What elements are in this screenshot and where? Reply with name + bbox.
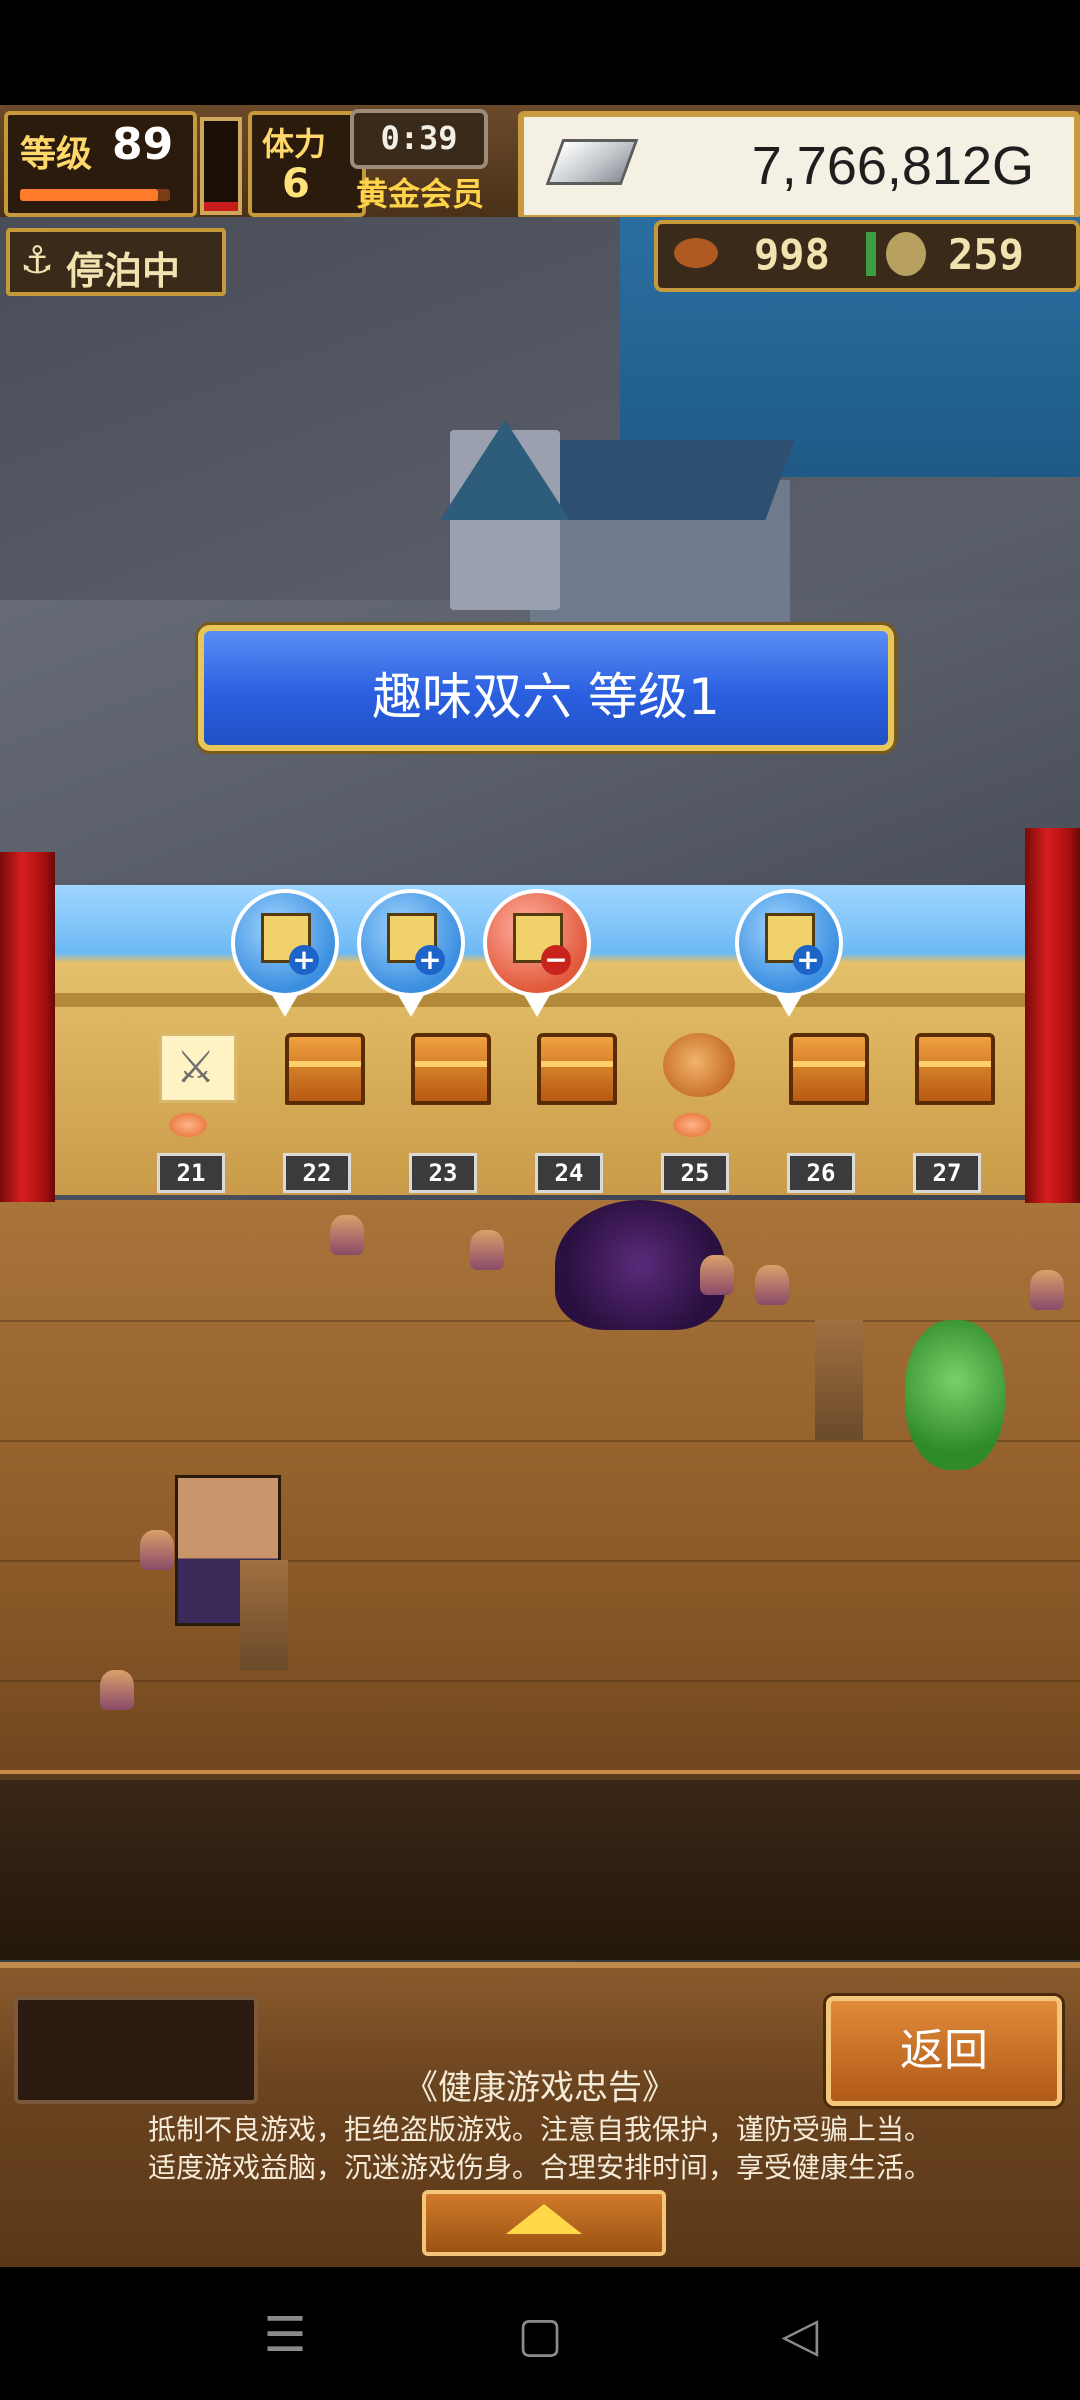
level-label: 等级: [20, 134, 93, 175]
chest-icon: [285, 1033, 365, 1105]
crew-member[interactable]: [330, 1215, 364, 1255]
minus-badge-icon: −: [541, 945, 571, 975]
menu-icon[interactable]: ☰: [255, 2305, 315, 2365]
anchored-label: 停泊中: [66, 249, 181, 293]
space-number: 26: [787, 1153, 855, 1193]
event-title: 趣味双六 等级1: [372, 668, 720, 726]
stamina-label: 体力: [262, 125, 327, 163]
tower-roof: [440, 420, 570, 520]
crew-member[interactable]: [470, 1230, 504, 1270]
ship-deck[interactable]: [0, 1200, 1080, 1820]
chest-icon: [537, 1033, 617, 1105]
deck-plank-line: [0, 1680, 1080, 1682]
gold-box[interactable]: 7,766,812G: [518, 111, 1080, 221]
crew-member[interactable]: [755, 1265, 789, 1305]
robot-pin[interactable]: +: [357, 889, 465, 1019]
food-icon: [663, 1033, 735, 1097]
stamina-gauge-fill: [204, 202, 238, 211]
robot-pin[interactable]: −: [483, 889, 591, 1019]
dragon-enemy[interactable]: [555, 1200, 725, 1330]
level-progress-fill: [20, 189, 158, 201]
gold-value: 7,766,812G: [751, 136, 1034, 196]
resource-box: 998 259: [654, 220, 1080, 292]
sugoroku-board[interactable]: ⚔ 21 22 23 24 25 26 27 + + − +: [55, 885, 1025, 1195]
stamina-box: 体力 6: [248, 111, 366, 217]
event-title-banner: 趣味双六 等级1: [198, 625, 894, 751]
space-number: 27: [913, 1153, 981, 1193]
deck-plank-line: [0, 1320, 1080, 1322]
navigation-bar: ☰ ▢ ◁: [0, 2267, 1080, 2400]
robot-pin[interactable]: +: [735, 889, 843, 1019]
anchored-status[interactable]: ⚓ 停泊中: [6, 228, 226, 296]
anchor-icon: ⚓: [20, 238, 55, 282]
ship-hull: [0, 1780, 1080, 1960]
chest-icon: [411, 1033, 491, 1105]
timer-box: 0:39: [350, 109, 488, 169]
chest-icon: [789, 1033, 869, 1105]
meat-count: 998: [754, 230, 830, 279]
plus-badge-icon: +: [415, 945, 445, 975]
up-arrow-icon: [506, 2204, 582, 2234]
space-marker: [169, 1113, 207, 1137]
health-notice-line: 抵制不良游戏，拒绝盗版游戏。注意自我保护，谨防受骗上当。: [147, 2113, 932, 2146]
sword-glyph: ⚔: [176, 1042, 216, 1093]
space-number: 23: [409, 1153, 477, 1193]
status-bar: [0, 0, 1080, 105]
robot-pin[interactable]: +: [231, 889, 339, 1019]
crew-member[interactable]: [1030, 1270, 1064, 1310]
space-number: 25: [661, 1153, 729, 1193]
timer-value: 0:39: [380, 119, 458, 157]
level-value: 89: [112, 119, 174, 170]
space-number: 22: [283, 1153, 351, 1193]
home-icon[interactable]: ▢: [510, 2305, 570, 2365]
medal-icon: [886, 232, 926, 276]
medal-count: 259: [948, 230, 1024, 279]
stamina-value: 6: [282, 161, 310, 207]
back-icon[interactable]: ◁: [770, 2305, 830, 2365]
crew-member[interactable]: [140, 1530, 174, 1570]
space-number: 24: [535, 1153, 603, 1193]
level-box: 等级 89: [4, 111, 197, 217]
top-hud: 等级 89 体力 6 0:39 黄金会员 7,766,812G: [0, 105, 1080, 221]
curtain-left: [0, 852, 55, 1202]
space-number: 21: [157, 1153, 225, 1193]
health-notice-title: 《健康游戏忠告》: [404, 2068, 676, 2108]
meat-icon: [674, 238, 718, 268]
sword-icon: ⚔: [159, 1033, 237, 1103]
crew-member[interactable]: [700, 1255, 734, 1295]
cannon-post: [240, 1560, 288, 1670]
health-notice-line: 适度游戏益脑，沉迷游戏伤身。合理安排时间，享受健康生活。: [147, 2151, 932, 2184]
expand-menu-button[interactable]: [422, 2190, 666, 2256]
plus-badge-icon: +: [289, 945, 319, 975]
bottom-panel: 返回 《健康游戏忠告》 抵制不良游戏，拒绝盗版游戏。注意自我保护，谨防受骗上当。…: [0, 1962, 1080, 2273]
plus-badge-icon: +: [793, 945, 823, 975]
silver-bar-icon: [545, 139, 639, 185]
space-marker: [673, 1113, 711, 1137]
level-progress-bar: [20, 189, 170, 201]
cannon-post: [815, 1320, 863, 1440]
curtain-right: [1025, 828, 1080, 1203]
board-space[interactable]: 27: [881, 885, 1007, 1195]
stamina-gauge: [200, 117, 242, 215]
frog-monster[interactable]: [905, 1320, 1005, 1470]
crew-member[interactable]: [100, 1670, 134, 1710]
chest-icon: [915, 1033, 995, 1105]
membership-label: 黄金会员: [356, 175, 485, 213]
resource-separator: [866, 232, 876, 276]
